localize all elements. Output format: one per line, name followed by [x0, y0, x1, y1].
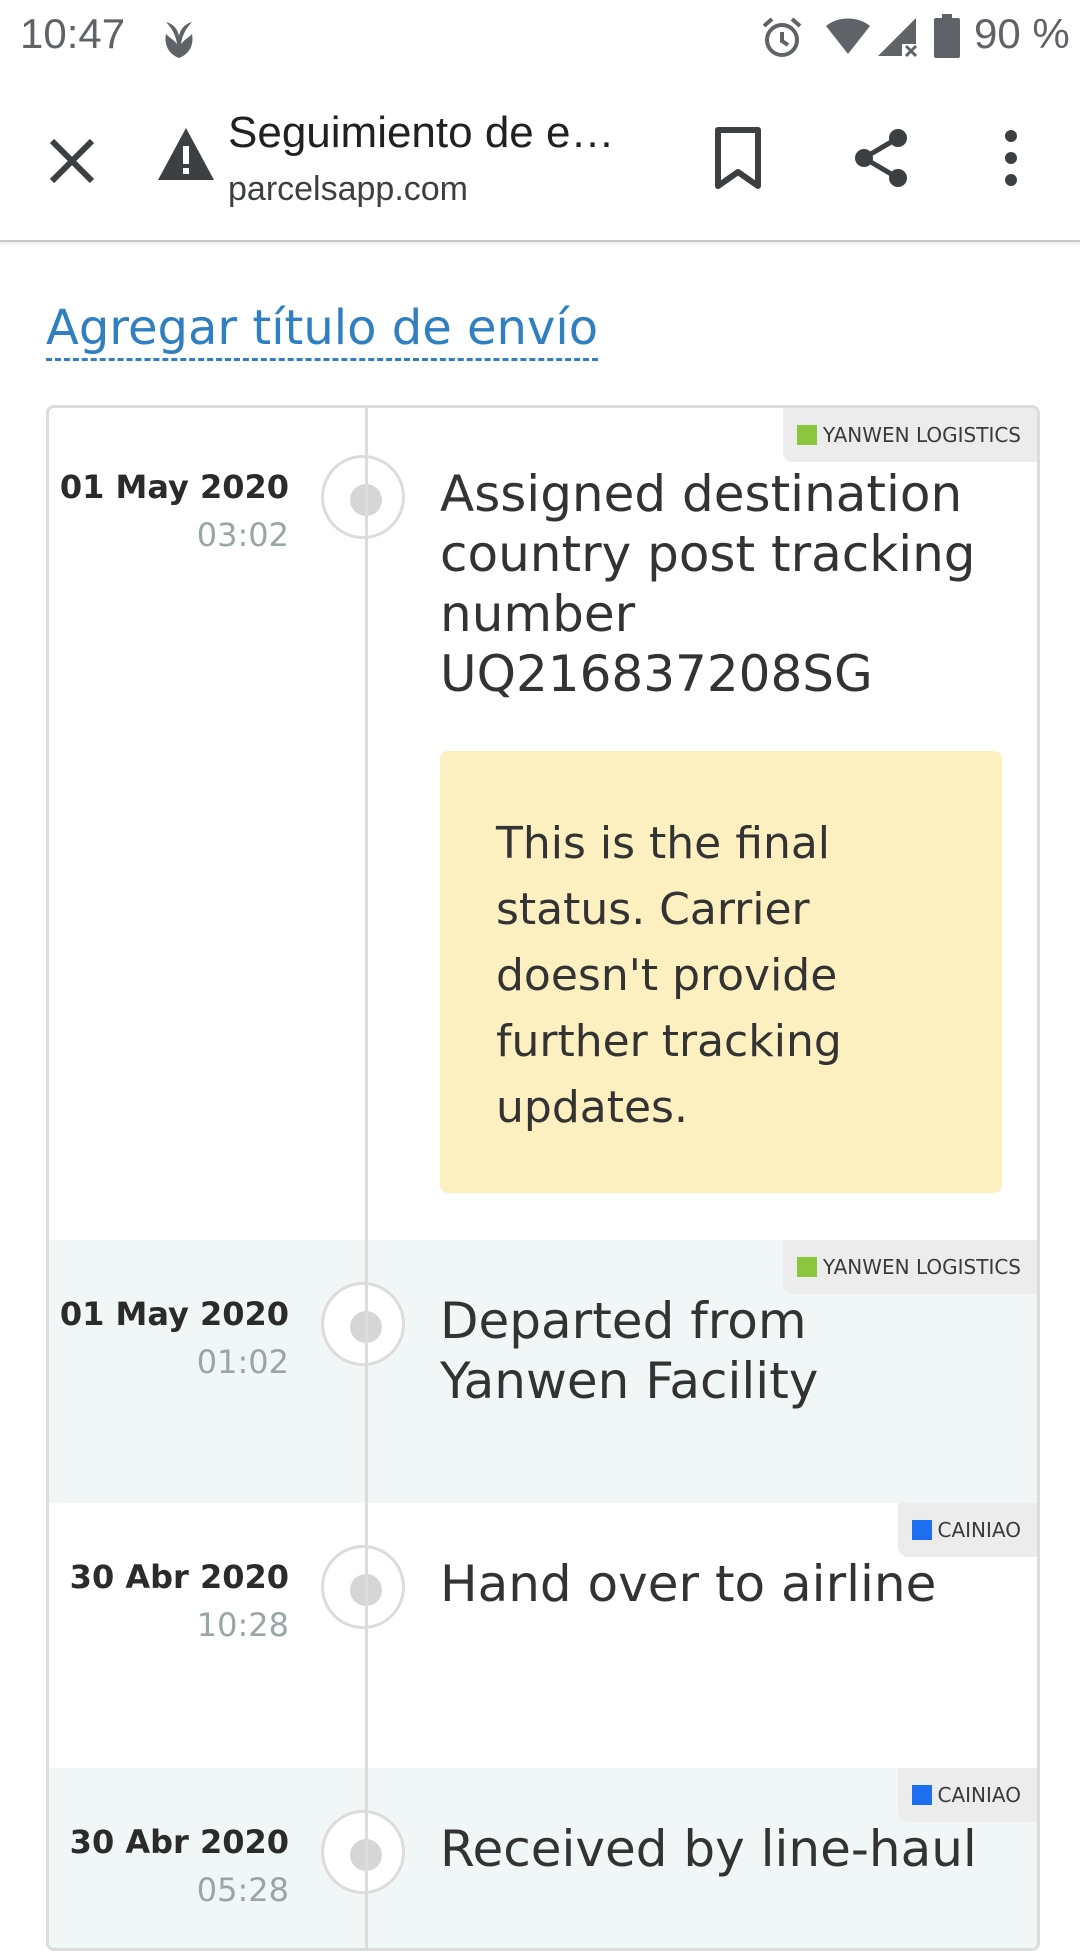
page-title: Seguimiento de e… — [228, 108, 615, 157]
page-url: parcelsapp.com — [228, 170, 469, 208]
carrier-name: YANWEN LOGISTICS — [822, 423, 1021, 447]
tracking-event: CAINIAO 30 Abr 2020 10:28 Hand over to a… — [49, 1503, 1037, 1768]
event-status: Hand over to airline — [440, 1555, 937, 1613]
carrier-badge: YANWEN LOGISTICS — [782, 408, 1037, 462]
share-icon[interactable] — [852, 126, 912, 190]
timeline-dot — [321, 455, 405, 539]
event-date: 01 May 2020 — [59, 1295, 289, 1333]
carrier-badge: CAINIAO — [897, 1503, 1037, 1557]
more-vert-icon[interactable] — [996, 126, 1026, 190]
event-date: 30 Abr 2020 — [69, 1558, 289, 1596]
yanwen-logo-icon — [796, 1257, 817, 1277]
custom-tab-toolbar: Seguimiento de e… parcelsapp.com — [0, 74, 1080, 242]
warning-icon[interactable] — [156, 126, 216, 182]
battery-icon — [934, 14, 960, 58]
add-shipment-title-link[interactable]: Agregar título de envío — [46, 300, 599, 361]
timeline-line — [365, 408, 368, 1948]
event-date: 30 Abr 2020 — [69, 1823, 289, 1861]
close-icon[interactable] — [40, 129, 104, 193]
carrier-name: YANWEN LOGISTICS — [822, 1255, 1021, 1279]
tracking-events-card: YANWEN LOGISTICS 01 May 2020 03:02 Assig… — [46, 405, 1040, 1951]
cainiao-logo-icon — [911, 1520, 932, 1540]
cainiao-logo-icon — [911, 1785, 932, 1805]
event-time: 01:02 — [196, 1343, 289, 1381]
bookmark-icon[interactable] — [712, 126, 764, 190]
tracking-event: CAINIAO 30 Abr 2020 05:28 Received by li… — [49, 1768, 1037, 1948]
tracking-event: YANWEN LOGISTICS 01 May 2020 01:02 Depar… — [49, 1240, 1037, 1503]
carrier-name: CAINIAO — [937, 1783, 1021, 1807]
signal-icon — [878, 18, 918, 58]
carrier-badge: CAINIAO — [897, 1768, 1037, 1822]
status-time: 10:47 — [20, 10, 126, 57]
alarm-icon — [762, 17, 802, 57]
status-bar: 10:47 90 % — [0, 0, 1080, 74]
battery-percent: 90 % — [974, 10, 1070, 57]
timeline-dot — [321, 1810, 405, 1894]
timeline-dot — [321, 1282, 405, 1366]
event-time: 05:28 — [196, 1871, 289, 1909]
carrier-badge: YANWEN LOGISTICS — [782, 1240, 1037, 1294]
event-time: 03:02 — [196, 516, 289, 554]
wifi-icon — [826, 18, 870, 54]
event-time: 10:28 — [196, 1606, 289, 1644]
event-status: Received by line-haul — [440, 1820, 977, 1878]
yanwen-logo-icon — [796, 425, 817, 445]
event-date: 01 May 2020 — [59, 468, 289, 506]
timeline-dot — [321, 1545, 405, 1629]
app-notification-icon — [165, 22, 193, 58]
event-status: Assigned destination country post tracki… — [440, 465, 976, 703]
final-status-note: This is the final status. Carrier doesn'… — [440, 751, 1002, 1193]
tracking-event: YANWEN LOGISTICS 01 May 2020 03:02 Assig… — [49, 408, 1037, 1240]
event-status: Departed from Yanwen Facility — [440, 1292, 819, 1410]
carrier-name: CAINIAO — [937, 1518, 1021, 1542]
